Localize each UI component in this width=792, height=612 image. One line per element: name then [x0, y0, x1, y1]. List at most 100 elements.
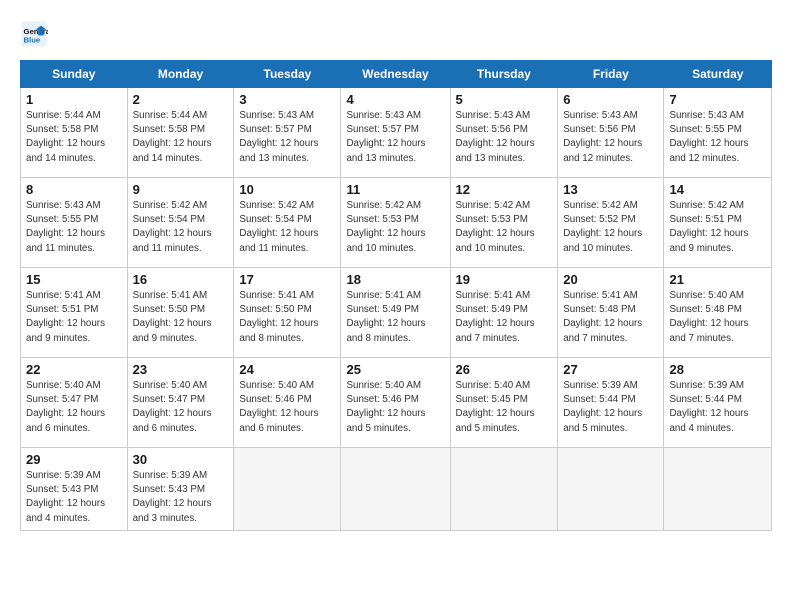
day-info: Sunrise: 5:39 AMSunset: 5:43 PMDaylight:… — [133, 469, 229, 526]
day-number: 8 — [26, 182, 122, 197]
calendar-body: 1 Sunrise: 5:44 AMSunset: 5:58 PMDaylight… — [21, 88, 772, 531]
day-cell: 17 Sunrise: 5:41 AMSunset: 5:50 PMDayligh… — [234, 268, 341, 358]
day-cell — [234, 448, 341, 531]
day-info: Sunrise: 5:40 AMSunset: 5:45 PMDaylight:… — [456, 379, 553, 436]
day-number: 12 — [456, 182, 553, 197]
day-info: Sunrise: 5:42 AMSunset: 5:54 PMDaylight:… — [133, 199, 229, 256]
week-row-2: 8 Sunrise: 5:43 AMSunset: 5:55 PMDaylight… — [21, 178, 772, 268]
col-header-saturday: Saturday — [664, 61, 772, 88]
day-cell — [558, 448, 664, 531]
day-cell: 6 Sunrise: 5:43 AMSunset: 5:56 PMDaylight… — [558, 88, 664, 178]
day-cell: 4 Sunrise: 5:43 AMSunset: 5:57 PMDaylight… — [341, 88, 450, 178]
week-row-5: 29Sunrise: 5:39 AMSunset: 5:43 PMDayligh… — [21, 448, 772, 531]
day-cell: 20Sunrise: 5:41 AMSunset: 5:48 PMDayligh… — [558, 268, 664, 358]
day-info: Sunrise: 5:41 AMSunset: 5:51 PMDaylight:… — [26, 289, 122, 346]
day-cell: 26 Sunrise: 5:40 AMSunset: 5:45 PMDayligh… — [450, 358, 558, 448]
day-cell: 5 Sunrise: 5:43 AMSunset: 5:56 PMDaylight… — [450, 88, 558, 178]
day-cell: 11 Sunrise: 5:42 AMSunset: 5:53 PMDayligh… — [341, 178, 450, 268]
day-cell: 12 Sunrise: 5:42 AMSunset: 5:53 PMDayligh… — [450, 178, 558, 268]
day-info: Sunrise: 5:43 AMSunset: 5:56 PMDaylight:… — [456, 109, 553, 166]
col-header-thursday: Thursday — [450, 61, 558, 88]
day-info: Sunrise: 5:42 AMSunset: 5:51 PMDaylight:… — [669, 199, 766, 256]
day-number: 25 — [346, 362, 444, 377]
day-number: 17 — [239, 272, 335, 287]
day-number: 21 — [669, 272, 766, 287]
day-number: 22 — [26, 362, 122, 377]
col-header-sunday: Sunday — [21, 61, 128, 88]
day-cell: 22 Sunrise: 5:40 AMSunset: 5:47 PMDayligh… — [21, 358, 128, 448]
day-number: 2 — [133, 92, 229, 107]
day-info: Sunrise: 5:40 AMSunset: 5:46 PMDaylight:… — [239, 379, 335, 436]
day-number: 27 — [563, 362, 658, 377]
week-row-4: 22 Sunrise: 5:40 AMSunset: 5:47 PMDayligh… — [21, 358, 772, 448]
day-number: 20 — [563, 272, 658, 287]
day-number: 30 — [133, 452, 229, 467]
day-info: Sunrise: 5:41 AMSunset: 5:50 PMDaylight:… — [133, 289, 229, 346]
day-cell: 18 Sunrise: 5:41 AMSunset: 5:49 PMDayligh… — [341, 268, 450, 358]
col-header-tuesday: Tuesday — [234, 61, 341, 88]
day-number: 18 — [346, 272, 444, 287]
day-info: Sunrise: 5:42 AMSunset: 5:54 PMDaylight:… — [239, 199, 335, 256]
day-info: Sunrise: 5:44 AMSunset: 5:58 PMDaylight:… — [133, 109, 229, 166]
day-number: 11 — [346, 182, 444, 197]
day-number: 16 — [133, 272, 229, 287]
day-info: Sunrise: 5:43 AMSunset: 5:55 PMDaylight:… — [669, 109, 766, 166]
day-number: 5 — [456, 92, 553, 107]
svg-text:Blue: Blue — [24, 35, 41, 44]
day-number: 6 — [563, 92, 658, 107]
day-cell: 24 Sunrise: 5:40 AMSunset: 5:46 PMDayligh… — [234, 358, 341, 448]
day-info: Sunrise: 5:40 AMSunset: 5:47 PMDaylight:… — [133, 379, 229, 436]
day-number: 13 — [563, 182, 658, 197]
week-row-1: 1 Sunrise: 5:44 AMSunset: 5:58 PMDaylight… — [21, 88, 772, 178]
day-info: Sunrise: 5:44 AMSunset: 5:58 PMDaylight:… — [26, 109, 122, 166]
day-info: Sunrise: 5:39 AMSunset: 5:43 PMDaylight:… — [26, 469, 122, 526]
day-number: 9 — [133, 182, 229, 197]
day-cell: 2 Sunrise: 5:44 AMSunset: 5:58 PMDaylight… — [127, 88, 234, 178]
day-info: Sunrise: 5:40 AMSunset: 5:46 PMDaylight:… — [346, 379, 444, 436]
day-cell: 1 Sunrise: 5:44 AMSunset: 5:58 PMDaylight… — [21, 88, 128, 178]
day-number: 4 — [346, 92, 444, 107]
day-info: Sunrise: 5:43 AMSunset: 5:57 PMDaylight:… — [239, 109, 335, 166]
day-cell: 9 Sunrise: 5:42 AMSunset: 5:54 PMDaylight… — [127, 178, 234, 268]
day-cell: 15 Sunrise: 5:41 AMSunset: 5:51 PMDayligh… — [21, 268, 128, 358]
day-info: Sunrise: 5:43 AMSunset: 5:56 PMDaylight:… — [563, 109, 658, 166]
day-info: Sunrise: 5:43 AMSunset: 5:55 PMDaylight:… — [26, 199, 122, 256]
day-info: Sunrise: 5:41 AMSunset: 5:50 PMDaylight:… — [239, 289, 335, 346]
col-header-wednesday: Wednesday — [341, 61, 450, 88]
day-number: 1 — [26, 92, 122, 107]
day-cell: 14 Sunrise: 5:42 AMSunset: 5:51 PMDayligh… — [664, 178, 772, 268]
day-cell: 23Sunrise: 5:40 AMSunset: 5:47 PMDayligh… — [127, 358, 234, 448]
logo-icon: General Blue — [20, 20, 48, 48]
day-number: 3 — [239, 92, 335, 107]
day-cell: 8 Sunrise: 5:43 AMSunset: 5:55 PMDaylight… — [21, 178, 128, 268]
day-cell: 25 Sunrise: 5:40 AMSunset: 5:46 PMDayligh… — [341, 358, 450, 448]
col-header-monday: Monday — [127, 61, 234, 88]
day-number: 28 — [669, 362, 766, 377]
day-info: Sunrise: 5:43 AMSunset: 5:57 PMDaylight:… — [346, 109, 444, 166]
day-cell: 7 Sunrise: 5:43 AMSunset: 5:55 PMDaylight… — [664, 88, 772, 178]
day-cell: 10Sunrise: 5:42 AMSunset: 5:54 PMDayligh… — [234, 178, 341, 268]
day-number: 14 — [669, 182, 766, 197]
day-info: Sunrise: 5:40 AMSunset: 5:47 PMDaylight:… — [26, 379, 122, 436]
logo: General Blue — [20, 20, 52, 48]
day-cell: 29Sunrise: 5:39 AMSunset: 5:43 PMDayligh… — [21, 448, 128, 531]
day-info: Sunrise: 5:39 AMSunset: 5:44 PMDaylight:… — [669, 379, 766, 436]
week-row-3: 15 Sunrise: 5:41 AMSunset: 5:51 PMDayligh… — [21, 268, 772, 358]
day-cell: 28 Sunrise: 5:39 AMSunset: 5:44 PMDayligh… — [664, 358, 772, 448]
day-info: Sunrise: 5:41 AMSunset: 5:49 PMDaylight:… — [346, 289, 444, 346]
day-info: Sunrise: 5:42 AMSunset: 5:53 PMDaylight:… — [456, 199, 553, 256]
calendar-header-row: SundayMondayTuesdayWednesdayThursdayFrid… — [21, 61, 772, 88]
day-info: Sunrise: 5:41 AMSunset: 5:49 PMDaylight:… — [456, 289, 553, 346]
day-info: Sunrise: 5:40 AMSunset: 5:48 PMDaylight:… — [669, 289, 766, 346]
day-cell: 30 Sunrise: 5:39 AMSunset: 5:43 PMDayligh… — [127, 448, 234, 531]
day-number: 15 — [26, 272, 122, 287]
day-cell: 19Sunrise: 5:41 AMSunset: 5:49 PMDayligh… — [450, 268, 558, 358]
day-cell: 13 Sunrise: 5:42 AMSunset: 5:52 PMDayligh… — [558, 178, 664, 268]
day-cell: 21 Sunrise: 5:40 AMSunset: 5:48 PMDayligh… — [664, 268, 772, 358]
day-info: Sunrise: 5:42 AMSunset: 5:53 PMDaylight:… — [346, 199, 444, 256]
day-number: 7 — [669, 92, 766, 107]
day-info: Sunrise: 5:42 AMSunset: 5:52 PMDaylight:… — [563, 199, 658, 256]
day-number: 26 — [456, 362, 553, 377]
day-number: 24 — [239, 362, 335, 377]
calendar: SundayMondayTuesdayWednesdayThursdayFrid… — [20, 60, 772, 531]
